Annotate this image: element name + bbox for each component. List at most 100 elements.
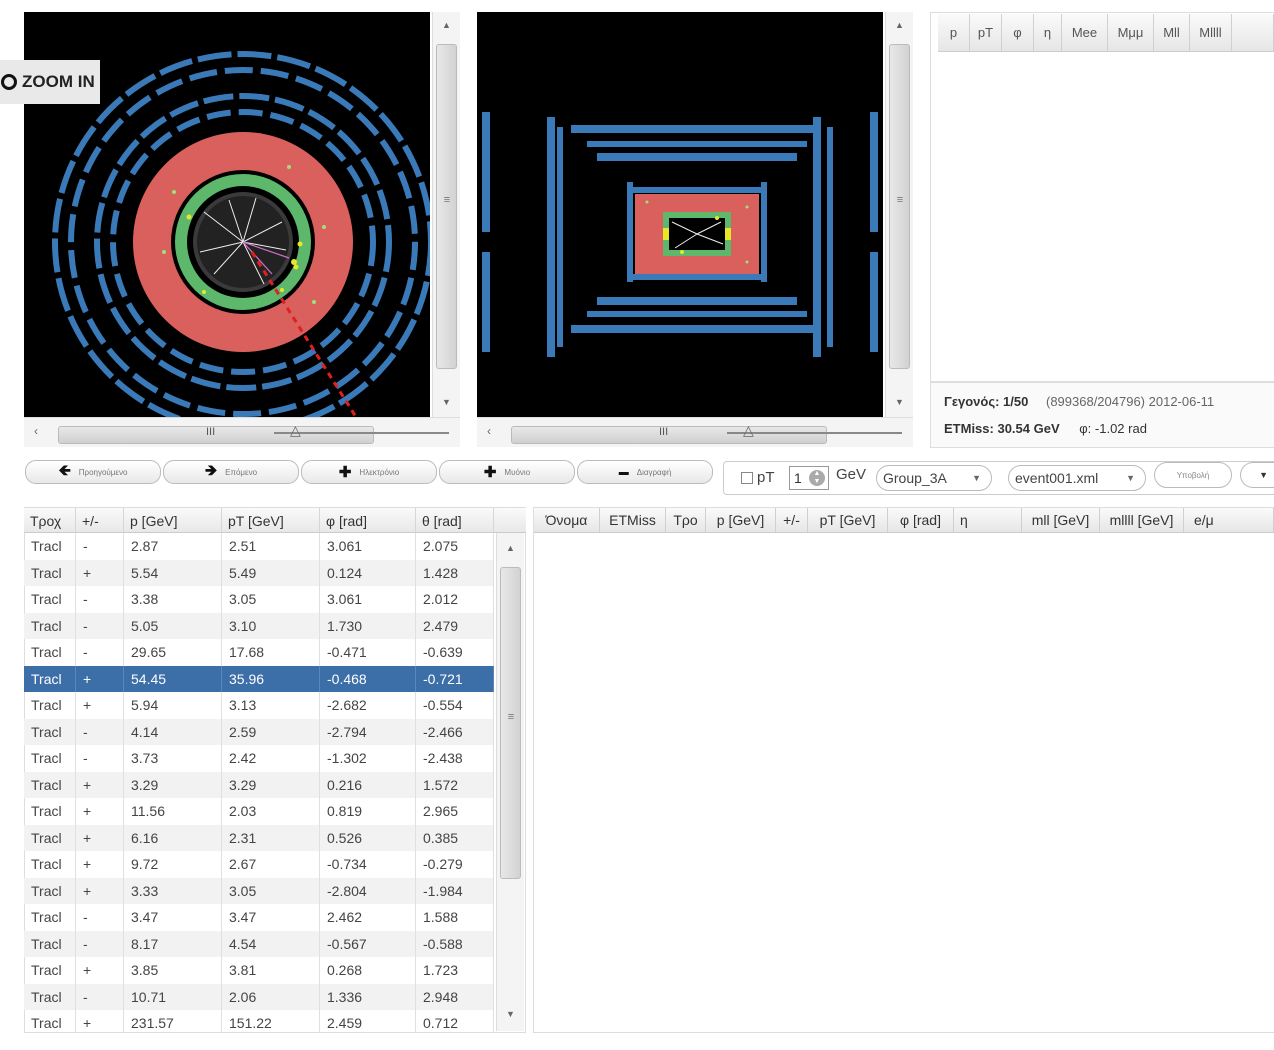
table-row[interactable]: Tracl +5.94 3.13 -2.682 -0.554: [24, 692, 494, 719]
scroll-down-icon[interactable]: ▼: [433, 397, 460, 407]
col-eta[interactable]: η: [1034, 14, 1062, 51]
group-select[interactable]: Group_3A ▼: [876, 465, 992, 491]
tracks-vertical-scrollbar[interactable]: ▲ ≡ ▼: [496, 533, 524, 1031]
scroll-thumb[interactable]: [889, 44, 910, 369]
delete-button[interactable]: ▬ Διαγραφή: [577, 460, 713, 484]
col-name[interactable]: Όνομα: [534, 508, 600, 532]
detector-view-longitudinal[interactable]: [477, 12, 883, 417]
scroll-thumb[interactable]: [511, 426, 827, 444]
col-p[interactable]: p [GeV]: [706, 508, 776, 532]
phi-cell: 1.730: [320, 612, 416, 639]
previous-button[interactable]: 🡸 Προηγούμενο: [25, 460, 161, 484]
grip-icon: III: [206, 426, 216, 438]
theta-cell: -0.639: [416, 639, 494, 666]
scroll-left-icon[interactable]: ‹: [487, 424, 491, 438]
scroll-down-icon[interactable]: ▼: [886, 397, 913, 407]
col-charge[interactable]: +/-: [776, 508, 808, 532]
p-cell: 5.54: [124, 559, 222, 586]
scroll-down-icon[interactable]: ▼: [497, 1009, 524, 1019]
phi-cell: -0.734: [320, 851, 416, 878]
submit-button[interactable]: Υποβολή: [1154, 462, 1232, 488]
col-p[interactable]: p: [938, 14, 970, 51]
pt-cell: 3.81: [222, 957, 320, 984]
col-pt[interactable]: pT [GeV]: [222, 508, 320, 534]
table-row[interactable]: Tracl +5.54 5.49 0.124 1.428: [24, 559, 494, 586]
col-e-mu[interactable]: e/μ: [1184, 508, 1274, 532]
slider-knob-icon[interactable]: △: [743, 422, 754, 439]
p-cell: 5.94: [124, 692, 222, 719]
col-mee[interactable]: Mee: [1062, 14, 1108, 51]
table-row[interactable]: Tracl -4.14 2.59 -2.794 -2.466: [24, 718, 494, 745]
add-electron-button[interactable]: ✚ Ηλεκτρόνιο: [301, 460, 437, 484]
col-pt[interactable]: pT [GeV]: [808, 508, 888, 532]
table-row[interactable]: Tracl +9.72 2.67 -0.734 -0.279: [24, 851, 494, 878]
col-mll[interactable]: Mll: [1154, 14, 1190, 51]
scroll-up-icon[interactable]: ▲: [433, 20, 460, 30]
col-track[interactable]: Τροχ: [24, 508, 76, 534]
table-row[interactable]: Tracl -29.65 17.68 -0.471 -0.639: [24, 639, 494, 666]
table-row[interactable]: Tracl -3.38 3.05 3.061 2.012: [24, 586, 494, 613]
col-theta[interactable]: θ [rad]: [416, 508, 494, 534]
stepper-icon[interactable]: ▲ ▼: [809, 470, 825, 486]
pt-cell: 2.42: [222, 745, 320, 772]
next-button[interactable]: 🡺 Επόμενο: [163, 460, 299, 484]
scroll-thumb[interactable]: [436, 44, 457, 369]
middle-view-horizontal-scrollbar[interactable]: ‹ III △: [477, 417, 913, 447]
add-muon-button[interactable]: ✚ Μυόνιο: [439, 460, 575, 484]
table-row[interactable]: Tracl +6.16 2.31 0.526 0.385: [24, 824, 494, 851]
file-select[interactable]: event001.xml ▼: [1008, 465, 1146, 491]
etmiss-line: ETMiss: 30.54 GeV φ: -1.02 rad: [944, 421, 1147, 436]
pt-checkbox[interactable]: [741, 472, 753, 484]
col-p[interactable]: p [GeV]: [124, 508, 222, 534]
theta-cell: -0.554: [416, 692, 494, 719]
middle-view-vertical-scrollbar[interactable]: ▲ ≡ ▼: [885, 12, 913, 417]
track-name-cell: Tracl: [24, 904, 76, 931]
col-mll[interactable]: mll [GeV]: [1022, 508, 1100, 532]
slider-knob-icon[interactable]: △: [290, 422, 301, 439]
table-row[interactable]: Tracl +3.33 3.05 -2.804 -1.984: [24, 877, 494, 904]
col-mmumu[interactable]: Mμμ: [1108, 14, 1154, 51]
col-eta[interactable]: η: [954, 508, 1022, 532]
col-phi[interactable]: φ: [1002, 14, 1034, 51]
table-row[interactable]: Tracl -5.05 3.10 1.730 2.479: [24, 612, 494, 639]
col-phi[interactable]: φ [rad]: [888, 508, 954, 532]
table-row[interactable]: Tracl -3.47 3.47 2.462 1.588: [24, 904, 494, 931]
col-pt[interactable]: pT: [970, 14, 1002, 51]
left-view-vertical-scrollbar[interactable]: ▲ ≡ ▼: [432, 12, 460, 417]
pt-cell: 2.51: [222, 533, 320, 560]
scroll-left-icon[interactable]: ‹: [34, 424, 38, 438]
col-charge[interactable]: +/-: [76, 508, 124, 534]
zoom-in-button[interactable]: ZOOM IN: [0, 60, 100, 104]
pt-label: pT: [757, 469, 775, 486]
more-dropdown[interactable]: ▼: [1240, 462, 1274, 488]
table-row[interactable]: Tracl -10.71 2.06 1.336 2.948: [24, 983, 494, 1010]
pt-cell: 3.05: [222, 877, 320, 904]
table-row[interactable]: Tracl -3.73 2.42 -1.302 -2.438: [24, 745, 494, 772]
table-row[interactable]: Tracl +11.56 2.03 0.819 2.965: [24, 798, 494, 825]
col-etmiss[interactable]: ETMiss: [600, 508, 666, 532]
scroll-thumb[interactable]: [500, 567, 521, 879]
scroll-thumb[interactable]: [58, 426, 374, 444]
magnifier-icon: [1, 74, 17, 90]
etmiss-label: ETMiss:: [944, 421, 994, 436]
theta-cell: 1.428: [416, 559, 494, 586]
col-mllll[interactable]: mllll [GeV]: [1100, 508, 1184, 532]
scroll-up-icon[interactable]: ▲: [497, 543, 524, 553]
table-row[interactable]: Tracl -2.87 2.51 3.061 2.075: [24, 533, 494, 560]
table-row[interactable]: Tracl +3.29 3.29 0.216 1.572: [24, 771, 494, 798]
left-view-horizontal-scrollbar[interactable]: ‹ III △: [24, 417, 460, 447]
event-info-line: Γεγονός: 1/50 (899368/204796) 2012-06-11: [944, 394, 1214, 409]
pt-threshold-stepper[interactable]: 1 ▲ ▼: [789, 466, 829, 490]
pt-cell: 3.13: [222, 692, 320, 719]
table-row[interactable]: Tracl +54.45 35.96 -0.468 -0.721: [24, 665, 494, 692]
col-phi[interactable]: φ [rad]: [320, 508, 416, 534]
col-mllll[interactable]: Mllll: [1190, 14, 1232, 51]
scroll-up-icon[interactable]: ▲: [886, 20, 913, 30]
theta-cell: -0.588: [416, 930, 494, 957]
track-name-cell: Tracl: [24, 983, 76, 1010]
pt-cell: 2.31: [222, 824, 320, 851]
col-track[interactable]: Τρο: [666, 508, 706, 532]
table-row[interactable]: Tracl +3.85 3.81 0.268 1.723: [24, 957, 494, 984]
table-row[interactable]: Tracl +231.57 151.22 2.459 0.712: [24, 1010, 494, 1033]
table-row[interactable]: Tracl -8.17 4.54 -0.567 -0.588: [24, 930, 494, 957]
